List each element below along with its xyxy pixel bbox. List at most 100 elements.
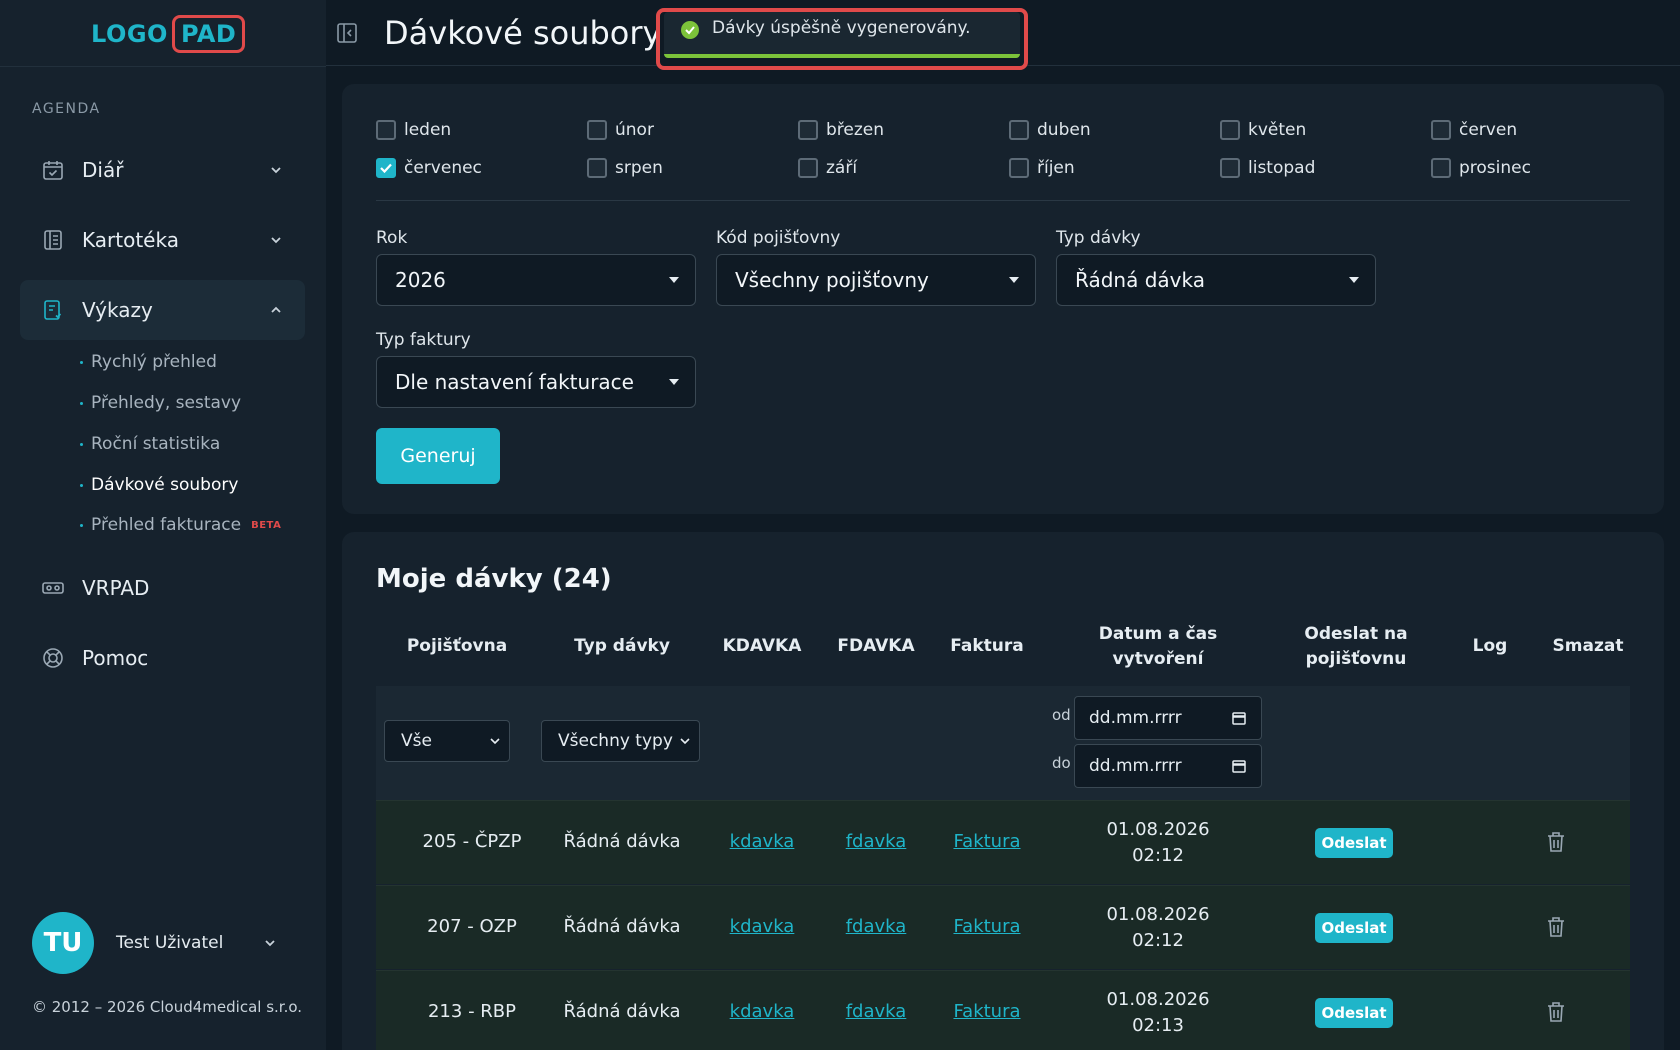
checkbox[interactable] bbox=[1220, 120, 1240, 140]
checkbox-label: květen bbox=[1248, 120, 1307, 140]
month-checkbox-srpen[interactable]: srpen bbox=[587, 158, 663, 178]
sidebar-subitem-prehled-fakturace[interactable]: Přehled fakturace BETA bbox=[80, 515, 281, 535]
kdavka-link[interactable]: kdavka bbox=[712, 914, 812, 940]
checkbox[interactable] bbox=[1431, 120, 1451, 140]
checkbox[interactable] bbox=[798, 120, 818, 140]
checkbox[interactable] bbox=[376, 120, 396, 140]
column-header-invoice[interactable]: Faktura bbox=[937, 634, 1037, 659]
lifebuoy-icon bbox=[40, 645, 66, 671]
trash-icon[interactable] bbox=[1546, 831, 1566, 853]
sidebar-subitem-rychly-prehled[interactable]: Rychlý přehled bbox=[80, 352, 217, 372]
checkbox-label: září bbox=[826, 158, 858, 178]
trash-icon[interactable] bbox=[1546, 1001, 1566, 1023]
column-header-fdavka[interactable]: FDAVKA bbox=[826, 634, 926, 659]
date-from-input[interactable]: dd.mm.rrrr bbox=[1074, 696, 1262, 740]
column-header-insurer[interactable]: Pojišťovna bbox=[402, 634, 512, 659]
month-checkbox-listopad[interactable]: listopad bbox=[1220, 158, 1315, 178]
column-header-kdavka[interactable]: KDAVKA bbox=[712, 634, 812, 659]
calendar-icon[interactable] bbox=[1231, 758, 1247, 774]
month-checkbox-prosinec[interactable]: prosinec bbox=[1431, 158, 1531, 178]
sidebar-item-label: Kartotéka bbox=[82, 228, 179, 252]
column-header-created[interactable]: Datum a čas vytvoření bbox=[1068, 622, 1248, 672]
checkbox-checked[interactable] bbox=[376, 158, 396, 178]
month-checkbox-cerven[interactable]: červen bbox=[1431, 120, 1517, 140]
sidebar-item-label: Výkazy bbox=[82, 298, 153, 322]
kdavka-link[interactable]: kdavka bbox=[712, 999, 812, 1025]
month-checkbox-zari[interactable]: září bbox=[798, 158, 857, 178]
calendar-icon[interactable] bbox=[1231, 710, 1247, 726]
cell-type: Řádná dávka bbox=[563, 831, 681, 852]
column-header-type[interactable]: Typ dávky bbox=[552, 634, 692, 659]
month-checkbox-kveten[interactable]: květen bbox=[1220, 120, 1306, 140]
beta-badge: BETA bbox=[251, 519, 282, 531]
sidebar-item-pomoc[interactable]: Pomoc bbox=[20, 628, 305, 688]
send-button[interactable]: Odeslat bbox=[1315, 828, 1393, 858]
checkbox[interactable] bbox=[587, 120, 607, 140]
fdavka-link[interactable]: fdavka bbox=[826, 914, 926, 940]
checkbox-label: březen bbox=[826, 120, 885, 140]
calendar-icon bbox=[40, 157, 66, 183]
success-toast[interactable]: Dávky úspěšně vygenerovány. bbox=[656, 8, 1028, 70]
trash-icon[interactable] bbox=[1546, 916, 1566, 938]
month-checkbox-duben[interactable]: duben bbox=[1009, 120, 1091, 140]
sidebar-subitem-davkove-soubory[interactable]: Dávkové soubory bbox=[80, 475, 238, 495]
user-menu[interactable]: TU Test Uživatel bbox=[32, 912, 277, 974]
insurer-select[interactable]: Všechny pojišťovny bbox=[716, 254, 1036, 306]
cell-date: 01.08.2026 bbox=[1106, 819, 1210, 840]
month-checkbox-rijen[interactable]: říjen bbox=[1009, 158, 1075, 178]
page-title: Dávkové soubory bbox=[384, 14, 662, 52]
kdavka-link[interactable]: kdavka bbox=[712, 829, 812, 855]
month-checkbox-leden[interactable]: leden bbox=[376, 120, 451, 140]
sidebar-subitem-prehledy-sestavy[interactable]: Přehledy, sestavy bbox=[80, 393, 241, 413]
checkbox[interactable] bbox=[587, 158, 607, 178]
column-header-send[interactable]: Odeslat na pojišťovnu bbox=[1266, 622, 1446, 672]
sidebar-subitem-rocni-statistika[interactable]: Roční statistika bbox=[80, 434, 220, 454]
sidebar-item-vrpad[interactable]: VRPAD bbox=[20, 558, 305, 618]
invoice-type-select[interactable]: Dle nastavení fakturace bbox=[376, 356, 696, 408]
checkbox-label: duben bbox=[1037, 120, 1091, 140]
invoice-link[interactable]: Faktura bbox=[937, 999, 1037, 1025]
select-value: 2026 bbox=[395, 268, 446, 292]
checkbox[interactable] bbox=[1009, 158, 1029, 178]
checkbox[interactable] bbox=[1431, 158, 1451, 178]
month-checkbox-unor[interactable]: únor bbox=[587, 120, 654, 140]
month-checkbox-brezen[interactable]: březen bbox=[798, 120, 884, 140]
cell-insurer: 207 - OZP bbox=[427, 916, 517, 937]
year-select[interactable]: 2026 bbox=[376, 254, 696, 306]
column-header-log: Log bbox=[1472, 636, 1508, 656]
sidebar-item-kartoteka[interactable]: Kartotéka bbox=[20, 210, 305, 270]
checkbox[interactable] bbox=[798, 158, 818, 178]
send-button[interactable]: Odeslat bbox=[1315, 998, 1393, 1028]
batch-type-select[interactable]: Řádná dávka bbox=[1056, 254, 1376, 306]
cell-insurer: 205 - ČPZP bbox=[422, 831, 522, 852]
checkbox[interactable] bbox=[1220, 158, 1240, 178]
month-checkbox-cervenec[interactable]: červenec bbox=[376, 158, 482, 178]
sidebar-collapse-icon[interactable] bbox=[336, 22, 358, 44]
invoice-link[interactable]: Faktura bbox=[937, 914, 1037, 940]
cell-time: 02:13 bbox=[1132, 1015, 1184, 1036]
date-to-input[interactable]: dd.mm.rrrr bbox=[1074, 744, 1262, 788]
toast-body: Dávky úspěšně vygenerovány. bbox=[664, 12, 1020, 58]
subitem-label: Přehled fakturace bbox=[91, 515, 242, 535]
cell-time: 02:12 bbox=[1132, 845, 1184, 866]
cell-type: Řádná dávka bbox=[563, 1001, 681, 1022]
cell-created: 01.08.2026 02:13 bbox=[1068, 987, 1248, 1039]
invoice-link[interactable]: Faktura bbox=[937, 829, 1037, 855]
logo[interactable]: LOGO PAD bbox=[91, 12, 246, 56]
generate-button[interactable]: Generuj bbox=[376, 428, 500, 484]
sidebar-item-vykazy[interactable]: Výkazy bbox=[20, 280, 305, 340]
input-placeholder: dd.mm.rrrr bbox=[1089, 708, 1182, 728]
table-row: 205 - ČPZP Řádná dávka kdavka fdavka Fak… bbox=[376, 800, 1630, 884]
bullet-icon bbox=[80, 442, 83, 446]
book-icon bbox=[40, 227, 66, 253]
logo-text-right: PAD bbox=[171, 15, 246, 53]
sidebar-item-diar[interactable]: Diář bbox=[20, 140, 305, 200]
insurer-filter-select[interactable]: Vše bbox=[384, 720, 510, 762]
type-filter-select[interactable]: Všechny typy bbox=[541, 720, 700, 762]
caret-down-icon bbox=[669, 277, 679, 283]
checkbox[interactable] bbox=[1009, 120, 1029, 140]
copyright: © 2012 – 2026 Cloud4medical s.r.o. bbox=[32, 998, 303, 1016]
fdavka-link[interactable]: fdavka bbox=[826, 829, 926, 855]
fdavka-link[interactable]: fdavka bbox=[826, 999, 926, 1025]
send-button[interactable]: Odeslat bbox=[1315, 913, 1393, 943]
